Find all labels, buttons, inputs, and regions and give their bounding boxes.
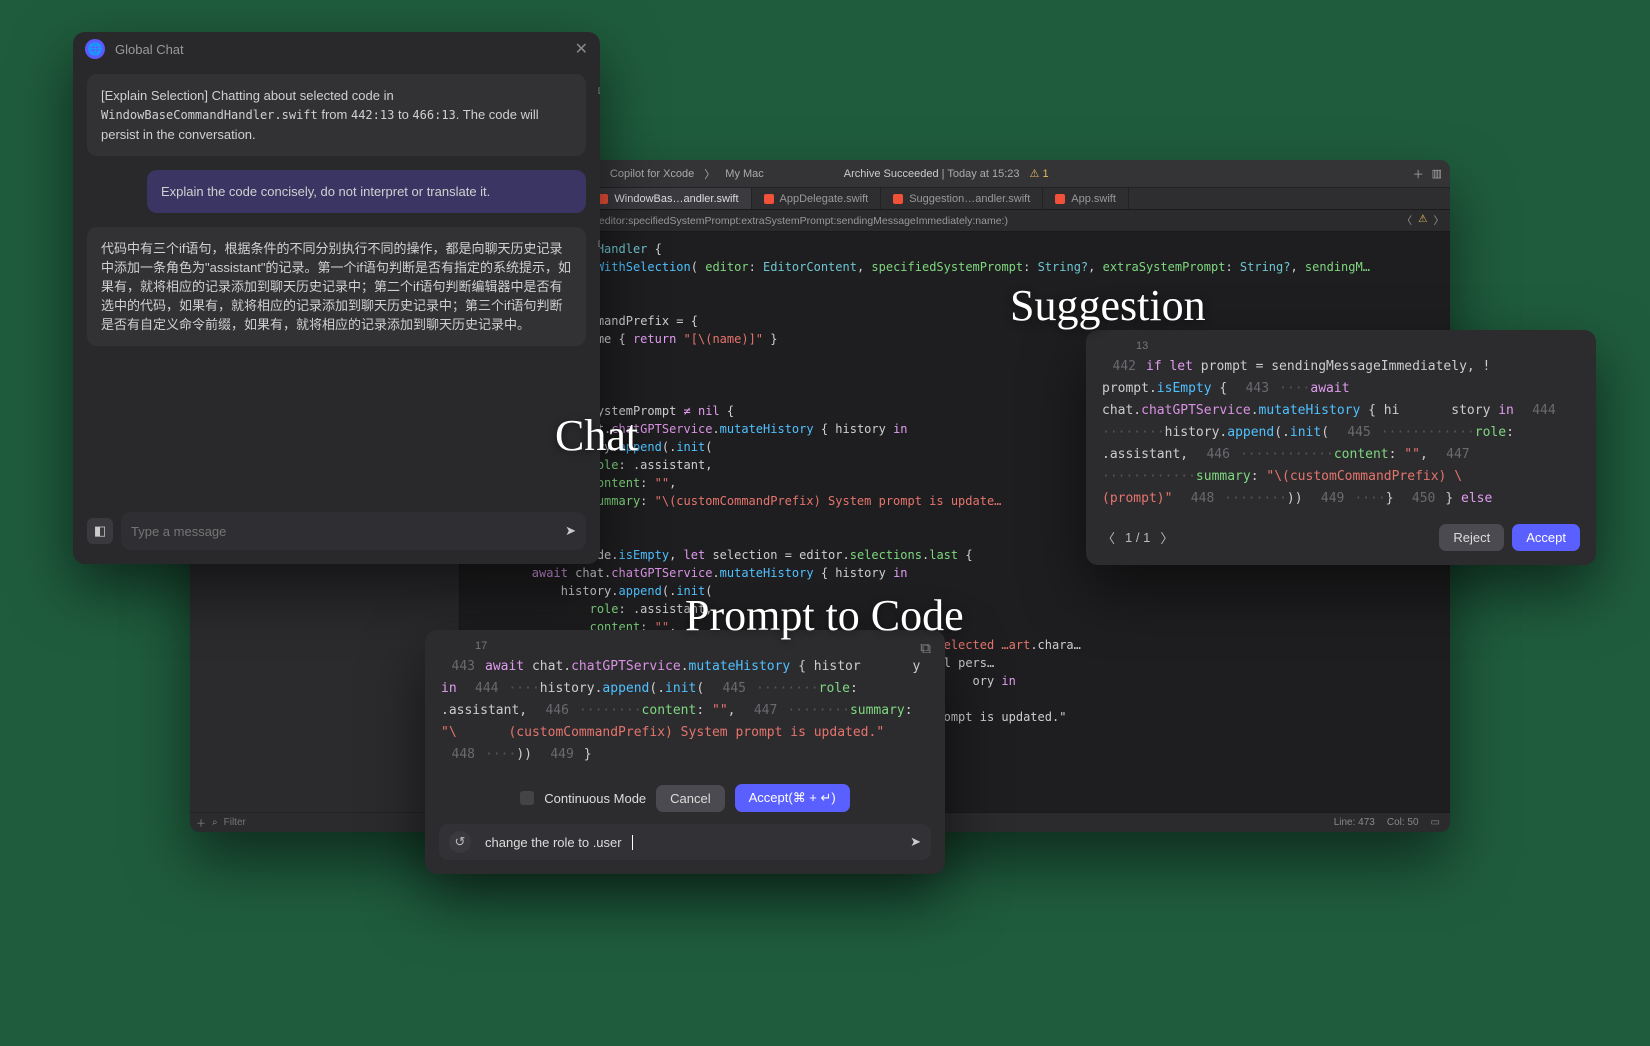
swift-icon [893, 194, 903, 204]
suggestion-code: 442if let prompt = sendingMessageImmedia… [1086, 352, 1596, 514]
filter-icon[interactable]: ⌕ [212, 817, 218, 828]
scheme-selector[interactable]: Copilot for Xcode [610, 168, 694, 180]
navigator-footer: ＋ ⌕ [190, 812, 460, 832]
cancel-button[interactable]: Cancel [656, 785, 724, 812]
editor-tab[interactable]: WindowBas…andler.swift [586, 188, 751, 209]
undo-icon[interactable]: ↺ [449, 831, 471, 853]
editor-tab[interactable]: Suggestion…andler.swift [881, 188, 1043, 209]
p2c-input-wrap: ↺ change the role to .user ➤ [439, 824, 931, 860]
p2c-code: 443await chat.chatGPTService.mutateHisto… [425, 652, 945, 770]
suggestion-hint-line: 13 [1086, 340, 1596, 352]
accept-button[interactable]: Accept(⌘ + ↵) [735, 784, 850, 812]
chat-input[interactable] [131, 524, 555, 539]
cursor-line: Line: 473 [1334, 817, 1375, 828]
warning-icon[interactable]: ⚠ [1418, 213, 1427, 228]
copy-icon[interactable]: ⧉ [920, 640, 931, 657]
send-icon[interactable]: ➤ [910, 834, 921, 850]
suggestion-panel: 13 442if let prompt = sendingMessageImme… [1086, 330, 1596, 565]
library-icon[interactable]: ▥ [1432, 167, 1442, 180]
suggestion-pager: 〈 1 / 1 〉 [1102, 528, 1173, 547]
continuous-checkbox[interactable] [520, 791, 534, 805]
add-icon[interactable]: ＋ [196, 815, 206, 830]
editor-tab[interactable]: App.swift [1043, 188, 1129, 209]
clear-icon[interactable]: ◧ [87, 518, 113, 544]
editor-tab[interactable]: AppDelegate.swift [752, 188, 882, 209]
copy-icon[interactable]: ⧉ [598, 235, 600, 254]
continuous-label: Continuous Mode [544, 791, 646, 806]
chat-message-assistant: ⧉ [Explain Selection] Chatting about sel… [87, 74, 586, 156]
globe-icon: 🌐 [85, 39, 105, 59]
next-icon[interactable]: 〉 [1160, 528, 1173, 547]
p2c-hint-line: 17 [425, 640, 945, 652]
prev-icon[interactable]: 〈 [1102, 528, 1115, 547]
add-tab-icon[interactable]: ＋ [1413, 166, 1424, 182]
send-icon[interactable]: ➤ [565, 523, 576, 539]
chat-message-user: Explain the code concisely, do not inter… [147, 170, 586, 213]
nav-filter-input[interactable] [224, 817, 454, 828]
p2c-input-value[interactable]: change the role to .user [485, 835, 622, 850]
destination-selector[interactable]: My Mac [725, 168, 764, 180]
minimap-icon[interactable]: ▭ [1431, 817, 1440, 828]
build-status: Archive Succeeded | Today at 15:23 [844, 168, 1020, 180]
global-chat-panel: 🌐 Global Chat ✕ ⧉ [Explain Selection] Ch… [73, 32, 600, 564]
chat-title: Global Chat [115, 42, 184, 57]
swift-icon [764, 194, 774, 204]
swift-icon [1055, 194, 1065, 204]
nav-prev-icon[interactable]: 〈 [1402, 213, 1413, 228]
nav-next-icon[interactable]: 〉 [1434, 213, 1445, 228]
prompt-to-code-panel: ⧉ 17 443await chat.chatGPTService.mutate… [425, 630, 945, 874]
chat-message-assistant: ⧉ 代码中有三个if语句，根据条件的不同分别执行不同的操作，都是向聊天历史记录中… [87, 227, 586, 346]
cursor-col: Col: 50 [1387, 817, 1419, 828]
reject-button[interactable]: Reject [1439, 524, 1504, 551]
accept-button[interactable]: Accept [1512, 524, 1580, 551]
copy-icon[interactable]: ⧉ [598, 82, 600, 101]
close-icon[interactable]: ✕ [575, 39, 588, 59]
chat-header: 🌐 Global Chat ✕ [73, 32, 600, 66]
chat-input-wrap: ➤ [121, 512, 586, 550]
warning-badge[interactable]: ⚠ 1 [1030, 167, 1049, 180]
